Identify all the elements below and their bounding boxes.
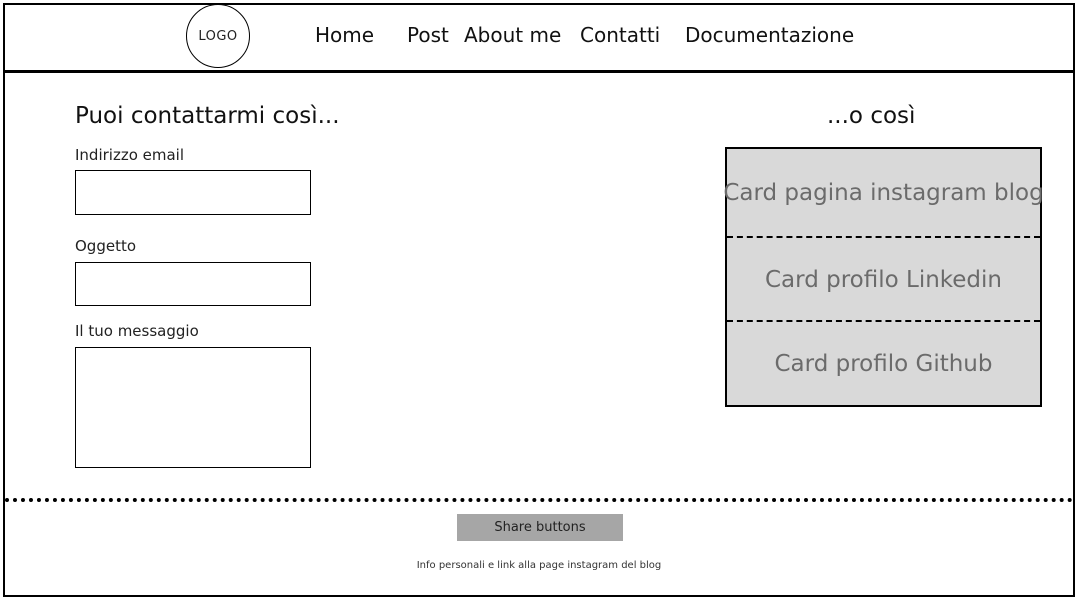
nav-documentazione[interactable]: Documentazione [685, 23, 854, 47]
nav-contatti[interactable]: Contatti [580, 23, 660, 47]
subject-field[interactable] [75, 262, 311, 306]
nav-home[interactable]: Home [315, 23, 374, 47]
social-cards: Card pagina instagram blog Card profilo … [723, 147, 1044, 407]
contact-form-title: Puoi contattarmi così... [75, 103, 340, 129]
card-github[interactable]: Card profilo Github [727, 322, 1040, 405]
share-buttons-label: Share buttons [494, 520, 586, 535]
nav-about-me[interactable]: About me [464, 23, 561, 47]
subject-label: Oggetto [75, 237, 137, 255]
message-field[interactable] [75, 347, 311, 468]
social-title: ...o così [827, 103, 916, 129]
nav-post[interactable]: Post [407, 23, 449, 47]
message-label: Il tuo messaggio [75, 322, 199, 340]
logo[interactable]: LOGO [186, 4, 250, 68]
share-buttons[interactable]: Share buttons [457, 514, 623, 541]
card-instagram[interactable]: Card pagina instagram blog [723, 149, 1043, 237]
header: LOGO Home Post About me Contatti Documen… [5, 4, 1073, 73]
email-label: Indirizzo email [75, 146, 185, 164]
card-linkedin[interactable]: Card profilo Linkedin [727, 238, 1040, 321]
page-frame: LOGO Home Post About me Contatti Documen… [3, 3, 1075, 597]
email-field[interactable] [75, 170, 311, 215]
footer-separator [5, 498, 1073, 502]
footer-info: Info personali e link alla page instagra… [416, 560, 662, 571]
logo-text: LOGO [198, 28, 238, 44]
